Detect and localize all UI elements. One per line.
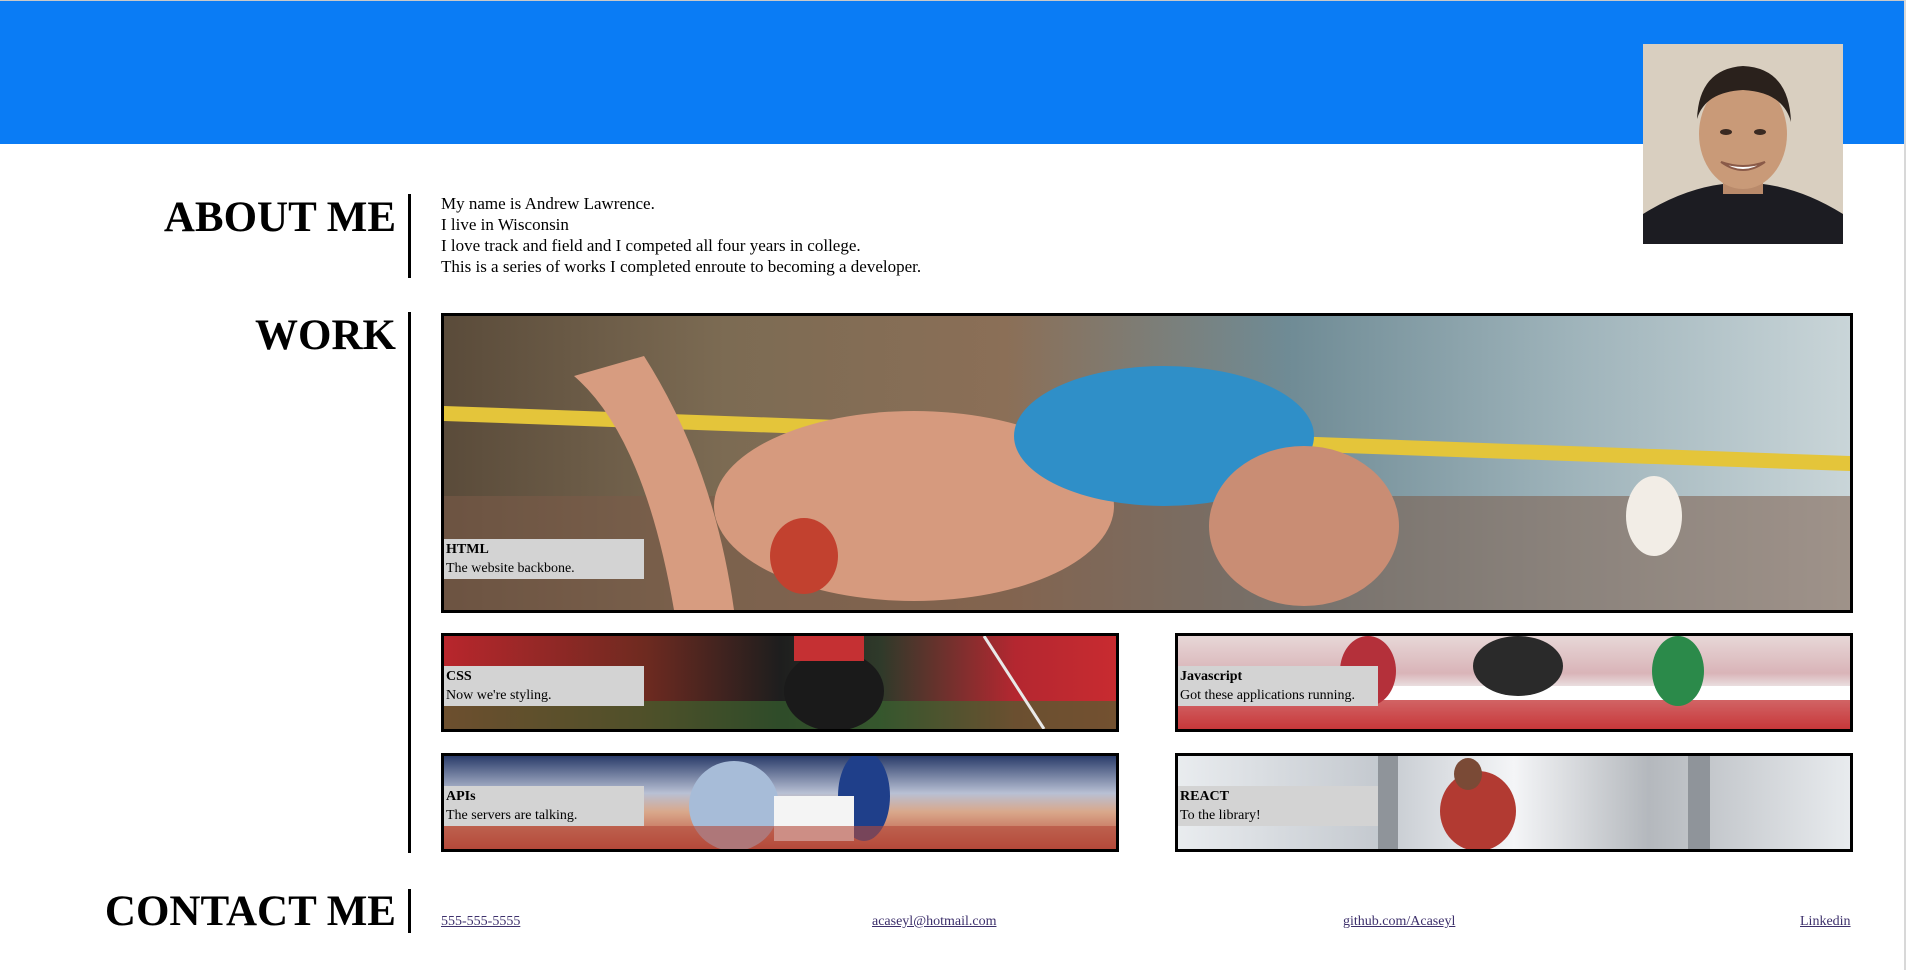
work-divider [408, 312, 411, 853]
email-link[interactable]: acaseyl@hotmail.com [872, 913, 996, 931]
work-card-caption: APIs The servers are talking. [444, 786, 644, 826]
about-title: ABOUT ME [163, 194, 396, 241]
avatar [1643, 44, 1843, 244]
work-card-caption: CSS Now we're styling. [444, 666, 644, 706]
work-card-desc: Got these applications running. [1180, 688, 1355, 703]
work-card-javascript[interactable]: Javascript Got these applications runnin… [1175, 633, 1853, 732]
github-link[interactable]: github.com/Acaseyl [1343, 913, 1455, 931]
work-card-html[interactable]: HTML The website backbone. [441, 313, 1853, 613]
work-card-title: REACT [1180, 789, 1230, 804]
work-title: WORK [255, 312, 396, 359]
work-card-caption: HTML The website backbone. [444, 539, 644, 579]
work-card-css[interactable]: CSS Now we're styling. [441, 633, 1119, 732]
work-card-caption: REACT To the library! [1178, 786, 1378, 826]
about-divider [408, 194, 411, 278]
work-card-title: HTML [446, 542, 489, 557]
work-card-title: APIs [446, 789, 476, 804]
work-card-desc: The servers are talking. [446, 808, 578, 823]
work-card-react[interactable]: REACT To the library! [1175, 753, 1853, 852]
about-line: This is a series of works I completed en… [441, 257, 922, 276]
phone-link[interactable]: 555-555-5555 [441, 913, 520, 931]
linkedin-link[interactable]: Linkedin [1800, 913, 1851, 931]
contact-divider [408, 889, 411, 933]
work-card-title: CSS [446, 669, 472, 684]
work-card-apis[interactable]: APIs The servers are talking. [441, 753, 1119, 852]
work-card-desc: Now we're styling. [446, 688, 552, 703]
high-jump-photo [444, 316, 1850, 610]
work-card-desc: To the library! [1180, 808, 1261, 823]
contact-title: CONTACT ME [104, 888, 396, 935]
about-text: My name is Andrew Lawrence. I live in Wi… [441, 193, 921, 277]
work-card-title: Javascript [1180, 669, 1243, 684]
header-banner [0, 1, 1906, 144]
about-line: I love track and field and I competed al… [441, 236, 861, 255]
about-line: I live in Wisconsin [441, 215, 569, 234]
work-card-caption: Javascript Got these applications runnin… [1178, 666, 1378, 706]
about-line: My name is Andrew Lawrence. [441, 194, 655, 213]
work-card-desc: The website backbone. [446, 561, 575, 576]
